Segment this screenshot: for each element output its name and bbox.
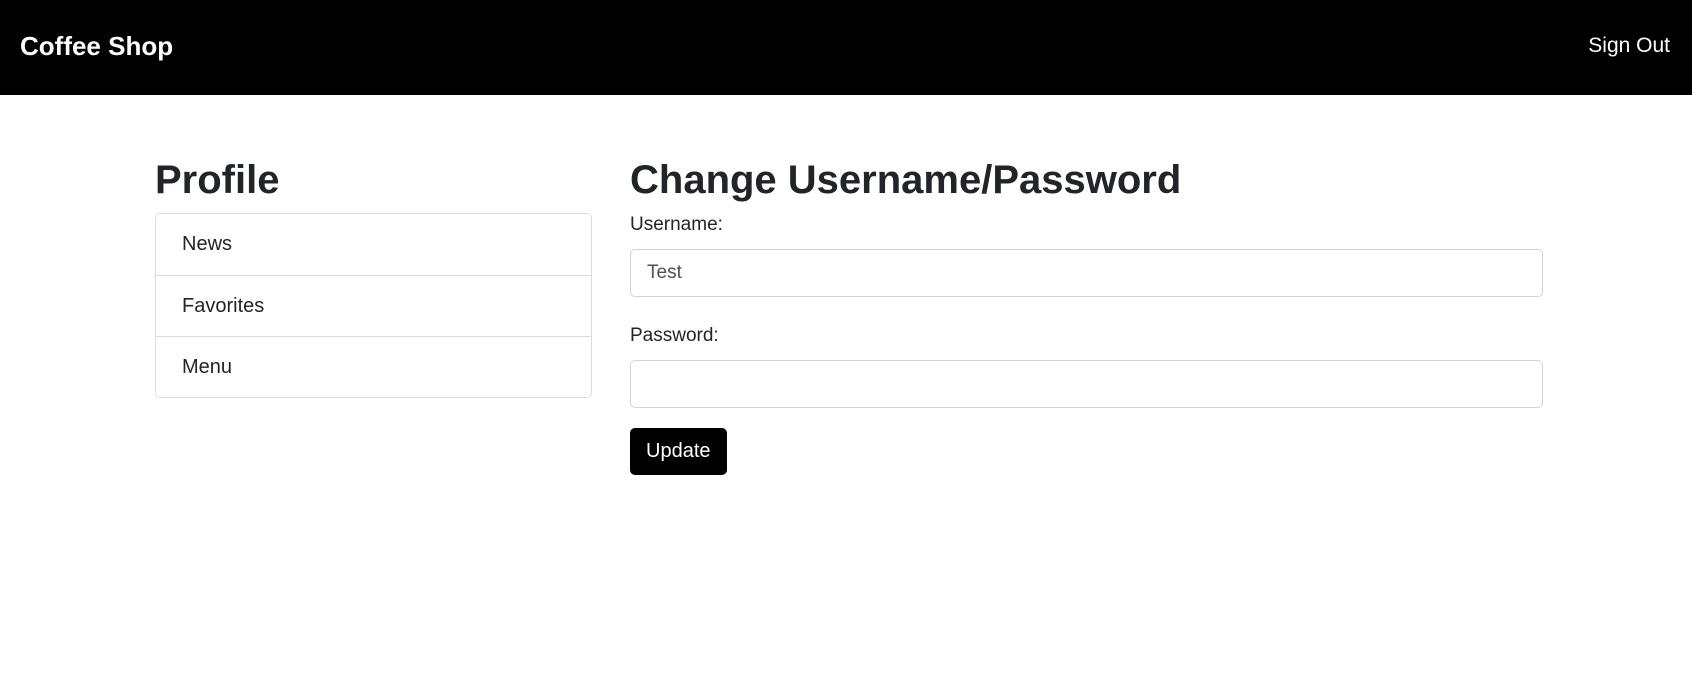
change-credentials-form: Change Username/Password Username: Passw… (630, 155, 1543, 475)
password-label: Password: (630, 325, 719, 346)
sidebar-item-news[interactable]: News (156, 214, 591, 275)
profile-nav-list: News Favorites Menu (155, 213, 592, 398)
update-button[interactable]: Update (630, 428, 727, 475)
sign-out-link[interactable]: Sign Out (1588, 33, 1670, 59)
top-navbar: Coffee Shop Sign Out (0, 0, 1692, 95)
profile-title: Profile (155, 158, 280, 202)
sidebar-item-menu[interactable]: Menu (156, 336, 591, 397)
brand-link[interactable]: Coffee Shop (20, 30, 173, 62)
username-label: Username: (630, 214, 723, 235)
profile-sidebar: Profile News Favorites Menu (155, 155, 592, 398)
password-field[interactable] (630, 360, 1543, 408)
sidebar-item-favorites[interactable]: Favorites (156, 275, 591, 336)
form-title: Change Username/Password (630, 158, 1182, 202)
username-field[interactable] (630, 249, 1543, 297)
